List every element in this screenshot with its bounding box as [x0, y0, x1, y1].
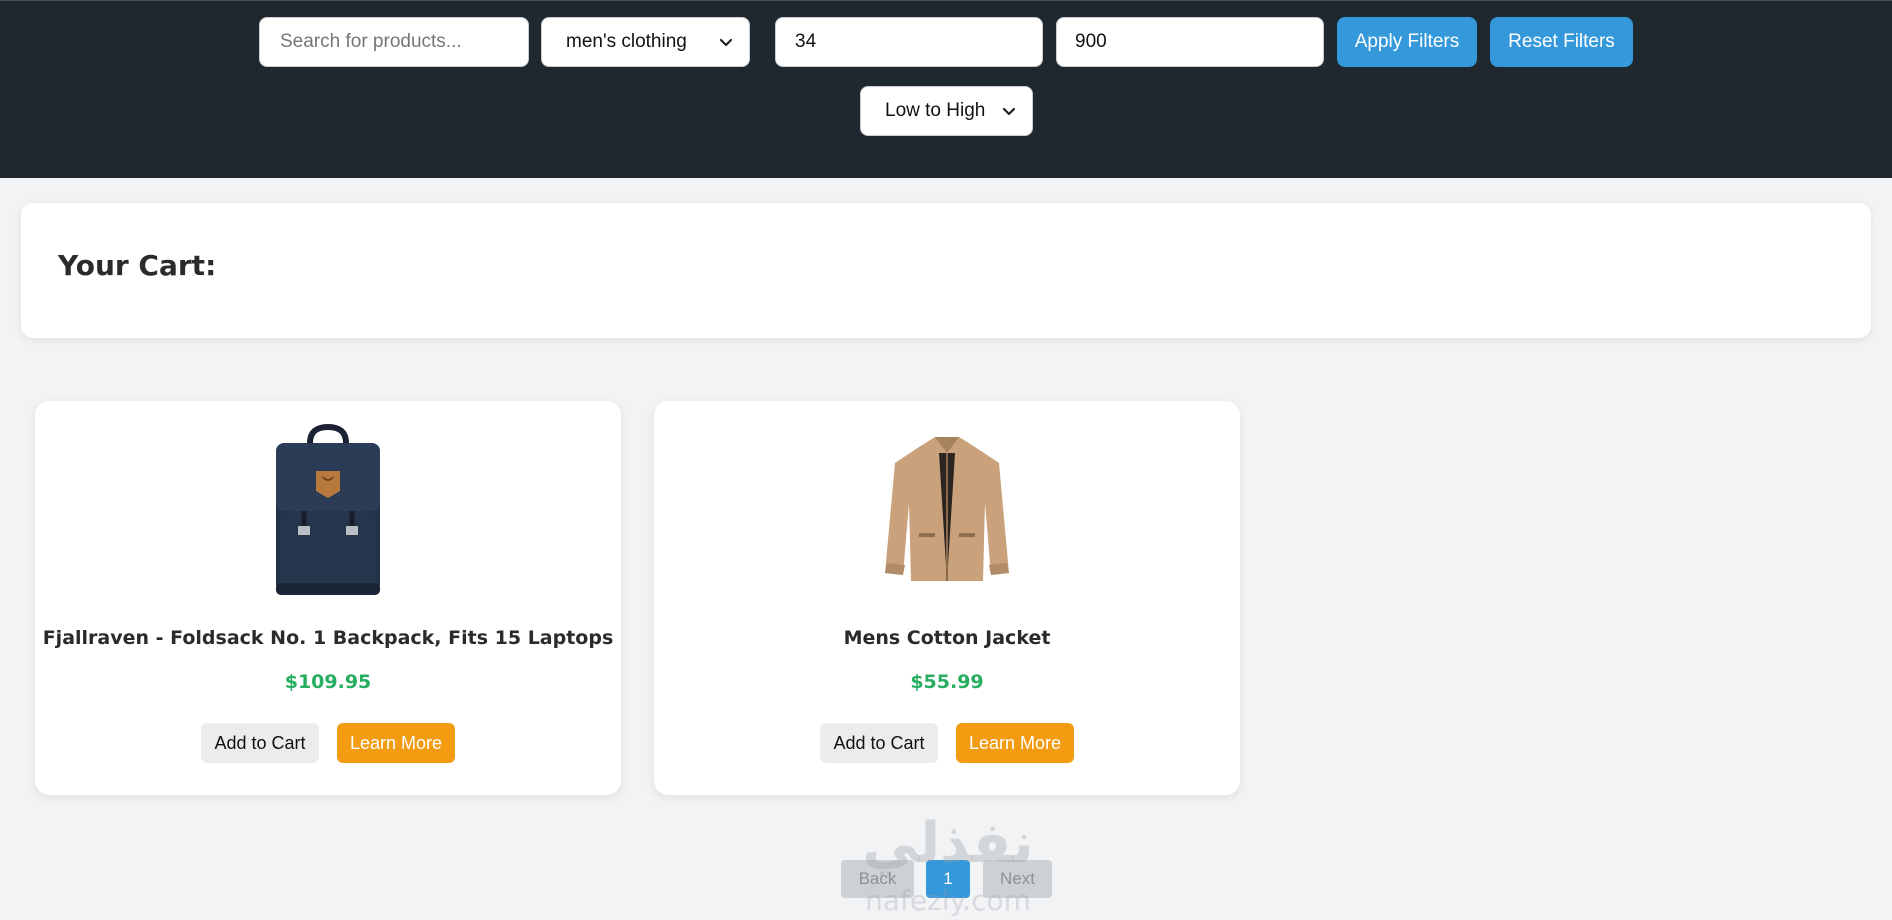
- chevron-down-icon: [1002, 107, 1016, 116]
- min-price-input[interactable]: [775, 17, 1043, 67]
- max-price-input[interactable]: [1056, 17, 1324, 67]
- product-actions: Add to Cart Learn More: [35, 723, 621, 763]
- product-title[interactable]: Mens Cotton Jacket: [654, 627, 1240, 649]
- reset-filters-button[interactable]: Reset Filters: [1490, 17, 1633, 67]
- search-input[interactable]: [259, 17, 529, 67]
- add-to-cart-button[interactable]: Add to Cart: [201, 723, 319, 763]
- learn-more-button[interactable]: Learn More: [956, 723, 1074, 763]
- product-title[interactable]: Fjallraven - Foldsack No. 1 Backpack, Fi…: [35, 627, 621, 649]
- product-price: $109.95: [284, 671, 372, 693]
- watermark-logo: نفذلي nafezly.com: [862, 811, 1033, 917]
- pagination-back-button[interactable]: Back: [841, 860, 914, 898]
- product-actions: Add to Cart Learn More: [654, 723, 1240, 763]
- sort-select-value: Low to High: [885, 100, 986, 121]
- cart-title: Your Cart:: [58, 249, 217, 282]
- cart-panel: Your Cart:: [21, 203, 1871, 338]
- product-card: Fjallraven - Foldsack No. 1 Backpack, Fi…: [35, 401, 621, 795]
- filter-bar: men's clothing Apply Filters Reset Filte…: [0, 0, 1892, 178]
- category-select[interactable]: men's clothing: [541, 17, 750, 67]
- pagination-next-button[interactable]: Next: [983, 860, 1052, 898]
- sort-select[interactable]: Low to High: [860, 86, 1033, 136]
- add-to-cart-button[interactable]: Add to Cart: [820, 723, 938, 763]
- apply-filters-button[interactable]: Apply Filters: [1337, 17, 1477, 67]
- category-select-value: men's clothing: [566, 31, 687, 52]
- learn-more-button[interactable]: Learn More: [337, 723, 455, 763]
- jacket-image: [885, 437, 1009, 581]
- pagination-page-button[interactable]: 1: [926, 860, 970, 898]
- product-card: Mens Cotton Jacket $55.99 Add to Cart Le…: [654, 401, 1240, 795]
- backpack-image: [276, 423, 380, 595]
- chevron-down-icon: [719, 38, 733, 47]
- product-price: $55.99: [910, 671, 984, 693]
